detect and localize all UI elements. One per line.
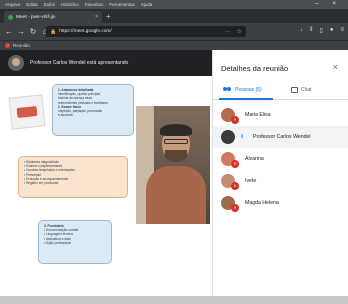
tab-title: Meet - pwe-vrkf-jjn [16,14,56,20]
close-window-icon[interactable]: × [332,1,336,7]
slide-text-line: • Registro em prontuário [24,181,59,186]
new-tab-icon[interactable]: + [106,12,111,21]
muted-mic-icon: ✕ [231,160,239,168]
tab-people-label: Pessoas (5) [235,87,262,93]
browser-tab[interactable]: Meet - pwe-vrkf-jjn × [4,11,102,23]
video-person-body [146,166,206,224]
chat-icon [291,87,298,93]
slide-textbox-2: • Hipóteses diagnósticas • Exames comple… [18,156,128,198]
close-panel-icon[interactable]: × [333,62,338,72]
slide-textbox-3: 3. Prontuário • Documentação correta • L… [38,220,112,264]
window-controls: – × [315,1,342,7]
menu-item[interactable]: Histórico [61,2,79,7]
menu-icon[interactable]: ≡ [340,27,344,34]
tab-chat[interactable]: Chat [291,87,312,93]
video-person-glasses [164,139,188,144]
speaking-indicator-icon: ⦀ [241,134,244,140]
slide-textbox-1: 1. Anamnese detalhada Identificação, que… [52,84,134,136]
avatar: ✕ [221,108,239,124]
lock-icon[interactable]: 🔒 [50,29,56,35]
people-icon [223,87,232,93]
muted-mic-icon: ✕ [231,182,239,190]
taskbar [0,296,348,304]
active-tab-indicator [219,98,273,100]
bookmarks-bar: Reunião [0,40,348,50]
account-icon[interactable]: ● [330,27,334,34]
navigation-bar: ← → ↻ ⌂ 🔒 https://meet.google.com/ ··· ☆… [0,23,348,40]
participant-name: Professor Carlos Wendel [253,134,311,140]
avatar [221,130,235,144]
participant-video-tile[interactable] [136,106,210,224]
menu-item[interactable]: Favoritos [85,2,104,7]
tab-chat-label: Chat [301,87,312,93]
sidebar-icon[interactable]: ▯ [320,27,323,34]
address-bar[interactable]: 🔒 https://meet.google.com/ ··· ☆ [46,26,246,37]
avatar: ✕ [221,196,239,212]
meeting-details-panel: Detalhes da reunião × Pessoas (5) Chat ✕… [212,50,348,296]
menu-item[interactable]: Exibir [44,2,55,7]
meet-favicon-icon [8,14,13,20]
video-person-hair [160,124,192,136]
participant-row[interactable]: ✕ Maria Elisa [213,104,348,126]
menu-item[interactable]: Arquivo [5,2,20,7]
meet-bookmark-icon [5,43,10,48]
participant-row[interactable]: ⦀ Professor Carlos Wendel [213,126,348,148]
minimize-icon[interactable]: – [315,1,318,7]
muted-mic-icon: ✕ [231,204,239,212]
url-text: https://meet.google.com/ [59,29,112,34]
tab-people[interactable]: Pessoas (5) [223,87,262,93]
participant-name: Maria Elisa [245,112,271,118]
avatar: ✕ [221,152,239,168]
presenter-label: Professor Carlos Wendel está apresentand… [30,60,129,66]
participant-name: Alvarina [245,156,264,162]
app-menubar: Arquivo Editar Exibir Histórico Favorito… [0,0,348,9]
slide-text-line: • Sigilo profissional [44,240,71,245]
participant-list: ✕ Maria Elisa ⦀ Professor Carlos Wendel … [213,104,348,214]
video-person-beard [165,150,187,162]
participant-name: Magda Helena [245,200,279,206]
bookmark-star-icon[interactable]: ☆ [237,28,242,35]
panel-tabs: Pessoas (5) Chat [213,84,348,100]
participant-name: Ivete [245,178,257,184]
back-icon[interactable]: ← [4,27,14,36]
menu-item[interactable]: Ajuda [141,2,153,7]
close-tab-icon[interactable]: × [95,14,98,20]
participant-row[interactable]: ✕ Ivete [213,170,348,192]
menu-item[interactable]: Editar [26,2,38,7]
participant-row[interactable]: ✕ Alvarina [213,148,348,170]
presenter-bar: Professor Carlos Wendel está apresentand… [0,50,212,76]
reload-icon[interactable]: ↻ [28,27,38,36]
page-actions-icon[interactable]: ··· [225,29,230,35]
avatar: ✕ [221,174,239,190]
panel-title: Detalhes da reunião [221,64,289,73]
menu-item[interactable]: Ferramentas [109,2,135,7]
participant-row[interactable]: ✕ Magda Helena [213,192,348,214]
forward-icon[interactable]: → [16,27,26,36]
library-icon[interactable]: ‖ [310,27,312,34]
muted-mic-icon: ✕ [231,116,239,124]
bookmark-item[interactable]: Reunião [13,43,30,48]
tab-strip: Meet - pwe-vrkf-jjn × + [0,9,348,23]
presenter-avatar [8,55,24,71]
meeting-stage: Professor Carlos Wendel está apresentand… [0,50,212,296]
notepad-illustration [8,94,46,130]
download-icon[interactable]: ↓ [300,27,303,34]
slide-text-line: e ausculta [58,113,73,118]
